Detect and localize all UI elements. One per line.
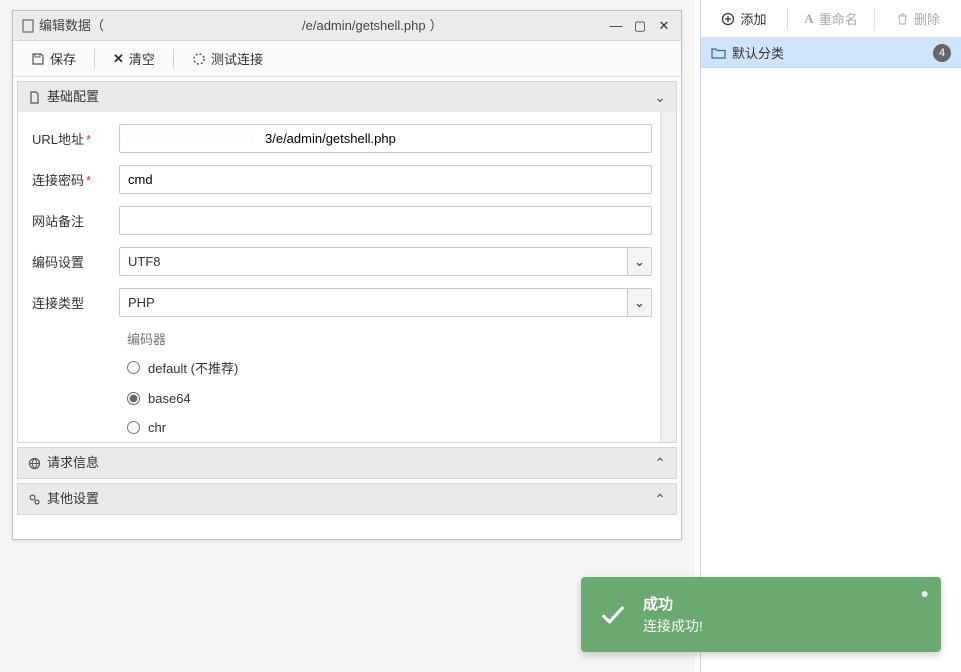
encoding-label: 编码设置 [24,252,119,271]
success-toast: 成功 连接成功! ● [581,577,941,652]
accordion-basic: 基础配置 ⌄ URL地址* 连接密码* 网站备注 [17,81,677,443]
encoder-group-label: 编码器 [127,329,670,348]
chevron-down-icon: ⌄ [627,248,651,275]
accordion-other: 其他设置 ⌃ [17,483,677,515]
titlebar[interactable]: 编辑数据（ /e/admin/getshell.php ） — ▢ ✕ [13,11,681,41]
conn-type-label: 连接类型 [24,293,119,312]
chevron-up-icon: ⌃ [654,448,666,478]
rename-button[interactable]: A 重命名 [788,0,874,37]
conn-type-select[interactable]: PHP ⌄ [119,288,652,317]
encoder-option-chr[interactable]: chr [127,420,670,435]
scrollbar[interactable] [660,112,676,442]
encoder-option-base64[interactable]: base64 [127,391,670,406]
font-icon: A [804,11,813,27]
toast-title: 成功 [643,593,923,614]
encoder-option-default[interactable]: default (不推荐) [127,358,670,377]
password-input[interactable] [119,165,652,194]
toast-body: 连接成功! [643,616,923,636]
toolbar: 保存 ✕ 清空 测试连接 [13,41,681,77]
password-label: 连接密码* [24,170,119,189]
accordion-request-header[interactable]: 请求信息 ⌃ [18,448,676,478]
trash-icon [896,12,909,25]
delete-button[interactable]: 删除 [875,0,961,37]
category-label: 默认分类 [732,43,784,62]
right-panel: 添加 A 重命名 删除 默认分类 4 [700,0,961,672]
note-input[interactable] [119,206,652,235]
maximize-button[interactable]: ▢ [631,11,649,41]
note-label: 网站备注 [24,211,119,230]
minimize-button[interactable]: — [607,11,625,41]
encoding-select[interactable]: UTF8 ⌄ [119,247,652,276]
main-area: 编辑数据（ /e/admin/getshell.php ） — ▢ ✕ 保存 ✕… [0,0,695,672]
right-toolbar: 添加 A 重命名 删除 [701,0,961,38]
accordion-basic-header[interactable]: 基础配置 ⌄ [18,82,676,112]
folder-icon [711,46,726,59]
url-label: URL地址* [24,129,119,148]
gears-icon [28,493,41,506]
category-item[interactable]: 默认分类 4 [701,38,961,68]
add-button[interactable]: 添加 [701,0,787,37]
file-icon [28,91,41,104]
edit-data-window: 编辑数据（ /e/admin/getshell.php ） — ▢ ✕ 保存 ✕… [12,10,682,540]
toast-close-button[interactable]: ● [921,585,929,601]
spinner-icon [192,52,206,66]
chevron-down-icon: ⌄ [654,82,666,112]
check-icon [599,601,627,629]
close-button[interactable]: ✕ [655,11,673,41]
chevron-up-icon: ⌃ [654,484,666,514]
accordion-request: 请求信息 ⌃ [17,447,677,479]
clear-icon: ✕ [113,51,124,67]
test-connection-button[interactable]: 测试连接 [184,45,271,72]
category-count-badge: 4 [933,44,951,62]
plus-circle-icon [721,12,735,26]
globe-icon [28,457,41,470]
accordion-other-header[interactable]: 其他设置 ⌃ [18,484,676,514]
document-icon [21,19,35,33]
window-title: 编辑数据（ /e/admin/getshell.php ） [21,11,607,41]
clear-button[interactable]: ✕ 清空 [105,45,163,72]
save-button[interactable]: 保存 [23,45,84,72]
save-icon [31,52,45,66]
chevron-down-icon: ⌄ [627,289,651,316]
